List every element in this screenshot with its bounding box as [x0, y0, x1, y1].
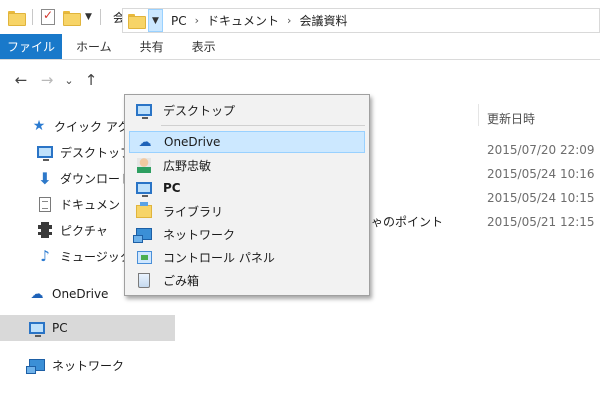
nav-item-label: デスクトップ: [60, 145, 133, 160]
chevron-down-icon[interactable]: ▼: [148, 9, 163, 32]
menu-item-user[interactable]: 広野忠敏: [129, 154, 365, 176]
menu-item-label: ネットワーク: [163, 227, 236, 242]
tab-view[interactable]: 表示: [178, 34, 230, 59]
tab-share[interactable]: 共有: [126, 34, 178, 59]
nav-item-label: ダウンロード: [60, 171, 133, 186]
up-arrow-icon[interactable]: ↑: [78, 71, 104, 89]
toolbar-separator: [32, 9, 33, 25]
library-icon: [135, 201, 153, 219]
tab-home[interactable]: ホーム: [62, 34, 126, 59]
menu-item-label: ライブラリ: [163, 204, 224, 219]
forward-arrow-icon[interactable]: →: [34, 71, 60, 89]
file-name[interactable]: ゃのポイント: [371, 213, 443, 230]
menu-item-label: PC: [163, 181, 181, 195]
breadcrumb-separator[interactable]: ›: [287, 14, 291, 27]
menu-item-network[interactable]: ネットワーク: [129, 223, 365, 245]
file-date: 2015/05/24 10:15: [487, 191, 595, 205]
pictures-icon: [36, 222, 54, 238]
network-icon: [26, 357, 46, 374]
nav-item-label: OneDrive: [52, 287, 109, 301]
menu-item-control-panel[interactable]: コントロール パネル: [129, 246, 365, 268]
nav-item-network[interactable]: ネットワーク: [0, 352, 175, 378]
back-arrow-icon[interactable]: ←: [8, 71, 34, 89]
file-date: 2015/05/21 12:15: [487, 215, 595, 229]
cloud-icon: ☁: [30, 286, 44, 302]
menu-item-libraries[interactable]: ライブラリ: [129, 200, 365, 222]
nav-item-label: ミュージック: [60, 249, 132, 264]
user-icon: [135, 157, 153, 173]
pc-icon: [135, 180, 153, 197]
folder-icon: [128, 14, 146, 29]
tab-file[interactable]: ファイル: [0, 34, 62, 59]
recycle-bin-icon: [135, 272, 153, 288]
menu-item-pc[interactable]: PC: [129, 177, 365, 199]
new-folder-icon[interactable]: [63, 10, 81, 26]
document-icon: [36, 196, 54, 212]
menu-item-desktop[interactable]: デスクトップ: [129, 99, 365, 121]
folder-icon: [8, 10, 26, 26]
nav-item-label: ピクチャ: [60, 223, 108, 238]
breadcrumb-separator[interactable]: ›: [195, 14, 199, 27]
music-note-icon: ♪: [40, 247, 50, 265]
menu-separator: [161, 125, 365, 126]
menu-item-onedrive[interactable]: ☁ OneDrive: [129, 131, 365, 153]
star-icon: ★: [32, 118, 46, 134]
control-panel-icon: [135, 249, 153, 265]
menu-item-label: コントロール パネル: [163, 250, 275, 265]
file-date: 2015/07/20 22:09: [487, 143, 595, 157]
breadcrumb-meeting-materials[interactable]: 会議資料: [299, 12, 347, 29]
recent-locations-icon[interactable]: ⌄: [60, 74, 78, 87]
quick-access-toolbar: ▼: [8, 0, 109, 34]
pc-icon: [28, 320, 46, 337]
menu-item-label: OneDrive: [164, 135, 221, 149]
cloud-icon: ☁: [138, 134, 152, 150]
file-date: 2015/05/24 10:16: [487, 167, 595, 181]
column-divider[interactable]: [478, 104, 479, 126]
column-header-date-modified[interactable]: 更新日時: [487, 110, 535, 127]
nav-item-label: PC: [52, 321, 68, 335]
ribbon-tabs: ファイル ホーム 共有 表示: [0, 34, 600, 60]
breadcrumb-documents[interactable]: ドキュメント: [207, 12, 279, 29]
nav-item-label: ドキュメント: [60, 197, 133, 212]
menu-item-label: 広野忠敏: [163, 158, 212, 173]
download-icon: ⬇: [38, 168, 52, 188]
menu-item-label: ごみ箱: [163, 273, 200, 288]
properties-icon[interactable]: [41, 8, 55, 25]
nav-item-pc[interactable]: PC: [0, 315, 175, 341]
desktop-icon: [135, 102, 153, 119]
address-bar[interactable]: ▼ PC › ドキュメント › 会議資料: [122, 8, 600, 33]
breadcrumb-pc[interactable]: PC: [171, 14, 187, 28]
toolbar-separator: [99, 9, 101, 25]
address-dropdown-menu: デスクトップ ☁ OneDrive 広野忠敏 PC ライブラリ ネットワーク コ…: [124, 94, 370, 296]
network-icon: [133, 226, 153, 243]
customize-toolbar-icon[interactable]: ▼: [85, 12, 92, 22]
desktop-icon: [36, 144, 54, 161]
menu-item-recycle-bin[interactable]: ごみ箱: [129, 269, 365, 291]
nav-item-label: ネットワーク: [52, 358, 125, 373]
menu-item-label: デスクトップ: [163, 103, 236, 118]
